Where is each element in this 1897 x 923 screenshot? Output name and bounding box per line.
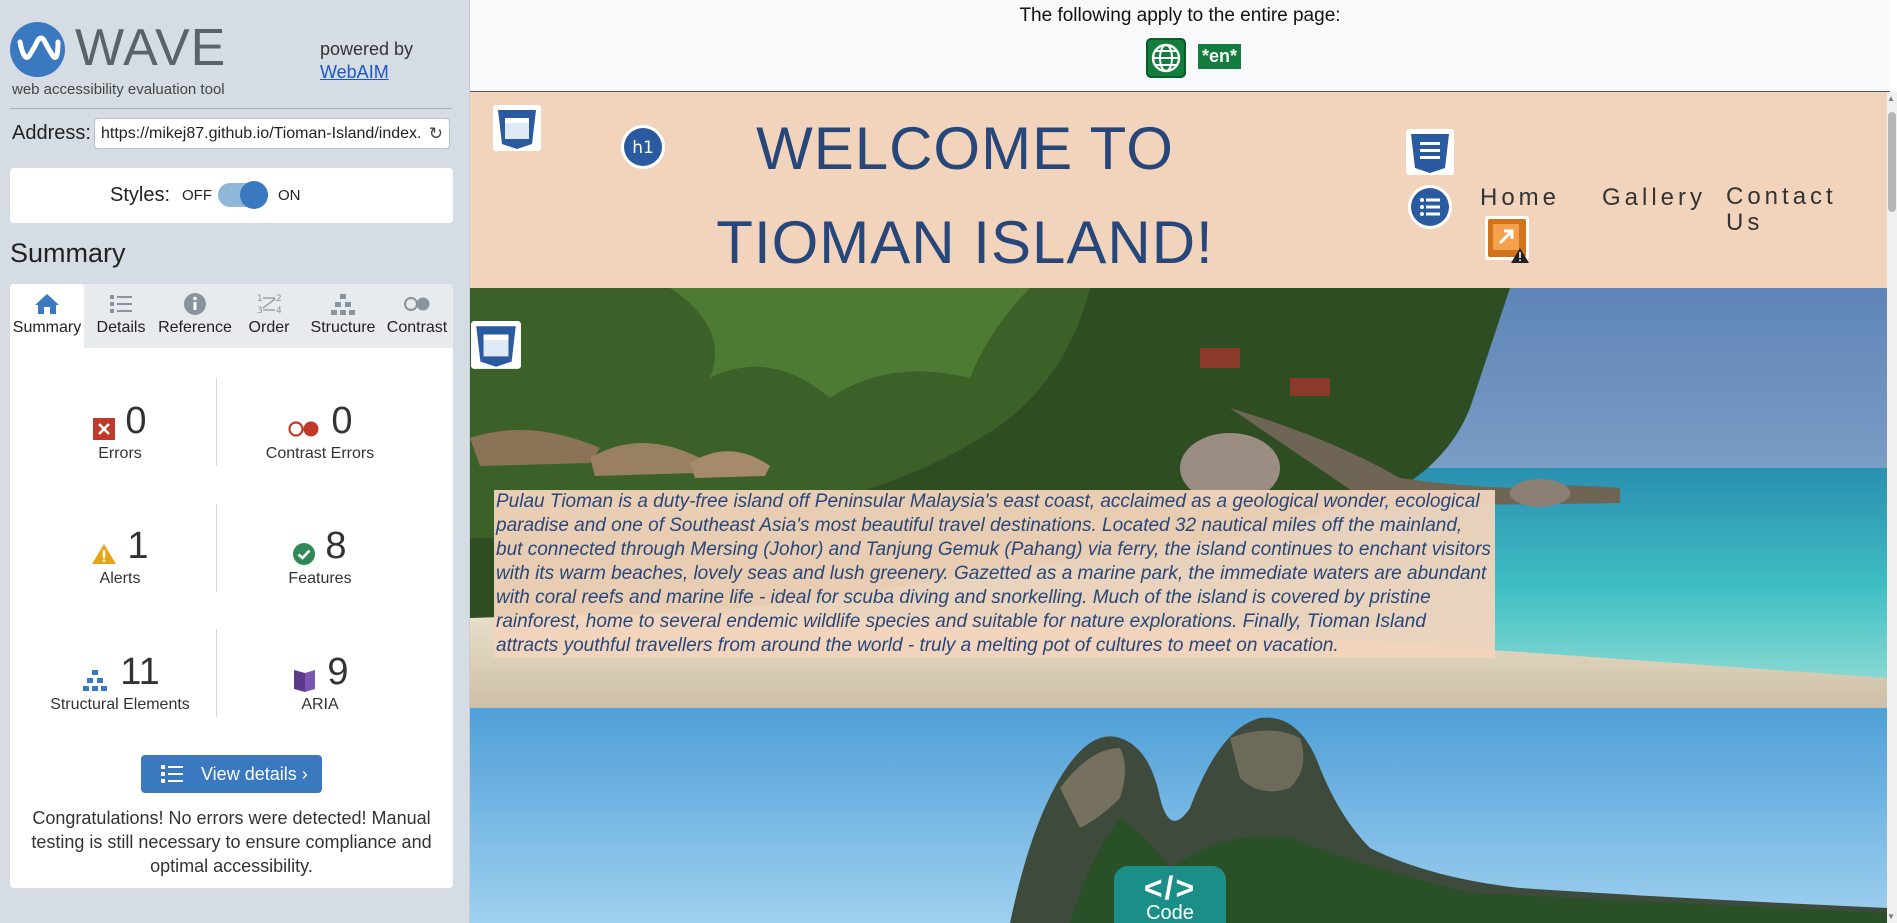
aria-label: ARIA [301, 696, 339, 713]
view-details-button[interactable]: View details › [141, 755, 322, 793]
errors-label: Errors [98, 445, 142, 462]
structural-count: 11 [120, 651, 160, 693]
contrast-errors-count: 0 [331, 400, 353, 442]
info-icon [184, 293, 206, 315]
feature-check-icon [293, 542, 316, 565]
wave-logo[interactable]: WAVE web accessibility evaluation tool p… [10, 19, 460, 105]
site-header: h1 WELCOME TO TIOMAN ISLAND! Home Galler… [470, 92, 1887, 288]
contrast-icon [404, 297, 430, 311]
language-badge[interactable]: *en* [1198, 44, 1242, 69]
powered-by-text: powered by [320, 39, 414, 59]
list-icon [110, 295, 132, 313]
tab-order[interactable]: 1 2 3 4 Order [232, 284, 306, 348]
tab-summary[interactable]: Summary [10, 284, 84, 348]
toggle-knob [240, 181, 268, 209]
divider [10, 108, 452, 109]
tab-label: Summary [12, 319, 82, 336]
address-label: Address: [12, 122, 91, 144]
order-icon: 1 2 3 4 [257, 294, 282, 316]
navigation-landmark-icon[interactable] [1405, 128, 1455, 178]
structural-label: Structural Elements [50, 696, 190, 713]
redundant-link-alert-icon[interactable] [1484, 215, 1534, 265]
tab-label: Structure [310, 319, 376, 336]
nav-home[interactable]: Home [1480, 184, 1560, 212]
stat-errors[interactable]: 0 Errors [20, 400, 220, 463]
powered-by: powered by WebAIM [320, 38, 413, 84]
svg-text:4: 4 [276, 306, 282, 316]
page-title: WELCOME TO TIOMAN ISLAND! [716, 115, 1214, 276]
alerts-count: 1 [127, 525, 149, 567]
features-count: 8 [325, 525, 347, 567]
styles-on-label: ON [278, 187, 301, 204]
styles-off-label: OFF [182, 187, 212, 204]
aria-count: 9 [327, 651, 349, 693]
globe-icon[interactable] [1146, 38, 1186, 78]
tab-structure[interactable]: Structure [306, 284, 380, 348]
stat-features[interactable]: 8 Features [220, 525, 420, 588]
code-tab-label: Code [1146, 902, 1194, 923]
section-landmark-icon[interactable] [470, 320, 522, 372]
contrast-error-icon [288, 421, 319, 437]
panel-tabs: Summary Details Reference 1 2 3 4 Order Str… [10, 284, 453, 348]
page-wide-notice-bar: The following apply to the entire page: … [470, 0, 1890, 92]
alerts-label: Alerts [99, 570, 141, 587]
header-landmark-icon[interactable] [492, 104, 542, 154]
address-row: Address: https://mikej87.github.io/Tioma… [12, 118, 452, 150]
tab-label: Reference [158, 319, 232, 336]
styles-toggle[interactable] [218, 181, 268, 209]
nav-contact-us[interactable]: Contact Us [1726, 184, 1846, 236]
scroll-up-arrow[interactable]: ▲ [1887, 94, 1895, 103]
home-icon [35, 294, 59, 314]
features-label: Features [288, 570, 352, 587]
tab-details[interactable]: Details [84, 284, 158, 348]
tab-reference[interactable]: Reference [158, 284, 232, 348]
structure-icon [331, 294, 355, 315]
tab-label: Order [248, 319, 290, 336]
address-value[interactable]: https://mikej87.github.io/Tioman-Island/… [101, 125, 421, 143]
stat-alerts[interactable]: 1 Alerts [20, 525, 220, 588]
contrast-errors-label: Contrast Errors [265, 445, 375, 462]
webaim-link[interactable]: WebAIM [320, 62, 389, 82]
congrats-message: Congratulations! No errors were detected… [31, 808, 432, 876]
alert-icon [92, 543, 117, 564]
svg-text:1: 1 [257, 294, 263, 304]
page-scrollbar[interactable]: ▲ ▼ [1887, 92, 1897, 923]
code-icon: </> [1143, 870, 1197, 906]
code-view-tab[interactable]: </> Code [1114, 866, 1226, 923]
page-wide-notice: The following apply to the entire page: [1019, 5, 1341, 26]
nav-gallery[interactable]: Gallery [1602, 184, 1706, 212]
tab-contrast[interactable]: Contrast [380, 284, 454, 348]
svg-text:2: 2 [276, 294, 282, 304]
scroll-thumb[interactable] [1888, 112, 1896, 212]
wave-sidebar: WAVE web accessibility evaluation tool p… [0, 0, 469, 923]
stat-aria[interactable]: 9 ARIA [220, 651, 420, 714]
tab-label: Contrast [386, 319, 448, 336]
hero-beach-image: Pulau Tioman is a duty-free island off P… [470, 288, 1887, 708]
list-icon [161, 765, 183, 783]
styles-label: Styles: [110, 184, 171, 206]
address-input[interactable]: https://mikej87.github.io/Tioman-Island/… [94, 118, 450, 149]
wave-logo-subtitle: web accessibility evaluation tool [12, 81, 225, 98]
intro-paragraph: Pulau Tioman is a duty-free island off P… [494, 490, 1495, 658]
aria-icon [294, 669, 316, 692]
scroll-down-arrow[interactable]: ▼ [1887, 912, 1895, 921]
evaluated-page: The following apply to the entire page: … [469, 0, 1897, 923]
view-details-label: View details › [201, 764, 308, 784]
error-icon [93, 417, 116, 440]
structure-icon [83, 669, 108, 691]
wave-logo-text: WAVE [75, 19, 227, 77]
svg-text:3: 3 [257, 306, 263, 316]
reload-icon[interactable]: ↻ [429, 124, 443, 144]
stat-structural[interactable]: 11 Structural Elements [20, 651, 220, 714]
styles-toggle-card: Styles: OFF ON [10, 168, 453, 223]
summary-panel: Summary Details Reference 1 2 3 4 Order Str… [10, 284, 453, 888]
summary-heading: Summary [10, 238, 126, 268]
tab-label: Details [96, 319, 146, 336]
wave-logo-icon [10, 22, 65, 77]
errors-count: 0 [125, 400, 147, 442]
unordered-list-icon[interactable] [1407, 184, 1453, 230]
stat-contrast-errors[interactable]: 0 Contrast Errors [220, 400, 420, 463]
